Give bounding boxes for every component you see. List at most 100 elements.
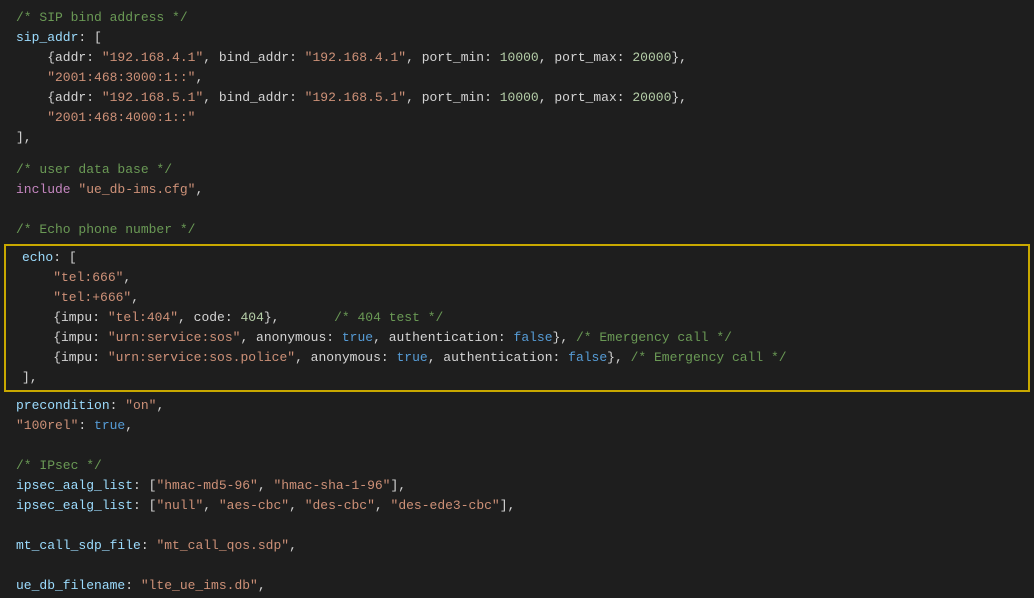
string: "192.168.4.1"	[102, 48, 203, 68]
punct: , code:	[178, 308, 240, 328]
code-line: ],	[0, 128, 1034, 148]
comment: /* SIP bind address */	[16, 8, 188, 28]
punct: ],	[391, 476, 407, 496]
string: "lte_ue_ims.db"	[141, 576, 258, 596]
number: 10000	[500, 88, 539, 108]
punct: , authentication:	[428, 348, 568, 368]
code-line: {impu: "tel:404", code: 404}, /* 404 tes…	[6, 308, 1028, 328]
punct: ,	[258, 576, 266, 596]
punct: , port_max:	[539, 48, 633, 68]
string: "192.168.5.1"	[102, 88, 203, 108]
code-line	[0, 200, 1034, 220]
punct: },	[671, 48, 687, 68]
number: 20000	[632, 48, 671, 68]
punct: },	[264, 308, 334, 328]
number: 404	[240, 308, 263, 328]
bottom-section: precondition: "on", "100rel": true, /* I…	[0, 392, 1034, 598]
string: "tel:404"	[108, 308, 178, 328]
string: "tel:+666"	[22, 288, 131, 308]
punct: :	[110, 396, 126, 416]
comment: /* 404 test */	[334, 308, 443, 328]
comment: /* Emergency call */	[631, 348, 787, 368]
punct: : [	[53, 248, 76, 268]
punct: , port_min:	[406, 88, 500, 108]
code-line: ipsec_aalg_list: ["hmac-md5-96", "hmac-s…	[0, 476, 1034, 496]
code-line: /* SIP bind address */	[0, 8, 1034, 28]
punct: : [	[78, 28, 101, 48]
sip-section: /* SIP bind address */ sip_addr: [ {addr…	[0, 0, 1034, 152]
code-line	[0, 516, 1034, 536]
punct: {impu:	[22, 348, 108, 368]
echo-section-highlighted: echo: [ "tel:666", "tel:+666", {impu: "t…	[4, 244, 1030, 392]
code-line: precondition: "on",	[0, 396, 1034, 416]
punct: },	[607, 348, 630, 368]
code-line	[0, 556, 1034, 576]
string: "null"	[156, 496, 203, 516]
punct: , anonymous:	[295, 348, 396, 368]
string: "192.168.4.1"	[305, 48, 406, 68]
code-line: /* user data base */	[0, 160, 1034, 180]
punct: ,	[203, 496, 219, 516]
punct: {impu:	[22, 308, 108, 328]
code-line: /* Echo phone number */	[0, 220, 1034, 240]
comment: /* Echo phone number */	[16, 220, 195, 240]
key: sip_addr	[16, 28, 78, 48]
punct: {impu:	[22, 328, 108, 348]
comment: /* user data base */	[16, 160, 172, 180]
keyword: include	[16, 180, 71, 200]
punct: ,	[125, 416, 133, 436]
number: 20000	[632, 88, 671, 108]
code-line: {addr: "192.168.5.1", bind_addr: "192.16…	[0, 88, 1034, 108]
punct: :	[125, 576, 141, 596]
key: echo	[22, 248, 53, 268]
punct: ,	[131, 288, 139, 308]
string: "2001:468:4000:1::"	[16, 108, 195, 128]
punct: :	[78, 416, 94, 436]
key: precondition	[16, 396, 110, 416]
string: "100rel"	[16, 416, 78, 436]
punct: ,	[195, 68, 203, 88]
string: "aes-cbc"	[219, 496, 289, 516]
punct: ,	[375, 496, 391, 516]
code-line: echo: [	[6, 248, 1028, 268]
comment: /* IPsec */	[16, 456, 102, 476]
code-line: sip_addr: [	[0, 28, 1034, 48]
bool: true	[396, 348, 427, 368]
string: "des-cbc"	[305, 496, 375, 516]
punct: , bind_addr:	[203, 48, 304, 68]
punct: ,	[289, 496, 305, 516]
punct: ,	[289, 536, 297, 556]
string: "des-ede3-cbc"	[391, 496, 500, 516]
code-line: ],	[6, 368, 1028, 388]
string: "tel:666"	[22, 268, 123, 288]
punct: : [	[133, 476, 156, 496]
string: "urn:service:sos.police"	[108, 348, 295, 368]
key: ue_db_filename	[16, 576, 125, 596]
code-line: "2001:468:4000:1::"	[0, 108, 1034, 128]
code-line: ue_db_filename: "lte_ue_ims.db",	[0, 576, 1034, 596]
string: "urn:service:sos"	[108, 328, 241, 348]
punct: , port_max:	[539, 88, 633, 108]
code-line: {addr: "192.168.4.1", bind_addr: "192.16…	[0, 48, 1034, 68]
bool: true	[94, 416, 125, 436]
code-line: "2001:468:3000:1::",	[0, 68, 1034, 88]
string: "hmac-sha-1-96"	[273, 476, 390, 496]
code-line: /* IPsec */	[0, 456, 1034, 476]
punct: },	[671, 88, 687, 108]
punct: , port_min:	[406, 48, 500, 68]
comment: /* Emergency call */	[576, 328, 732, 348]
string: "192.168.5.1"	[305, 88, 406, 108]
code-line: include "ue_db-ims.cfg",	[0, 180, 1034, 200]
string: "2001:468:3000:1::"	[16, 68, 195, 88]
string: "mt_call_qos.sdp"	[156, 536, 289, 556]
code-line	[0, 436, 1034, 456]
bool: false	[568, 348, 607, 368]
user-db-section: /* user data base */ include "ue_db-ims.…	[0, 156, 1034, 244]
bool: false	[514, 328, 553, 348]
punct: ],	[16, 128, 32, 148]
punct	[71, 180, 79, 200]
code-line: "tel:+666",	[6, 288, 1028, 308]
code-line: mt_call_sdp_file: "mt_call_qos.sdp",	[0, 536, 1034, 556]
punct: ,	[195, 180, 203, 200]
punct: :	[141, 536, 157, 556]
